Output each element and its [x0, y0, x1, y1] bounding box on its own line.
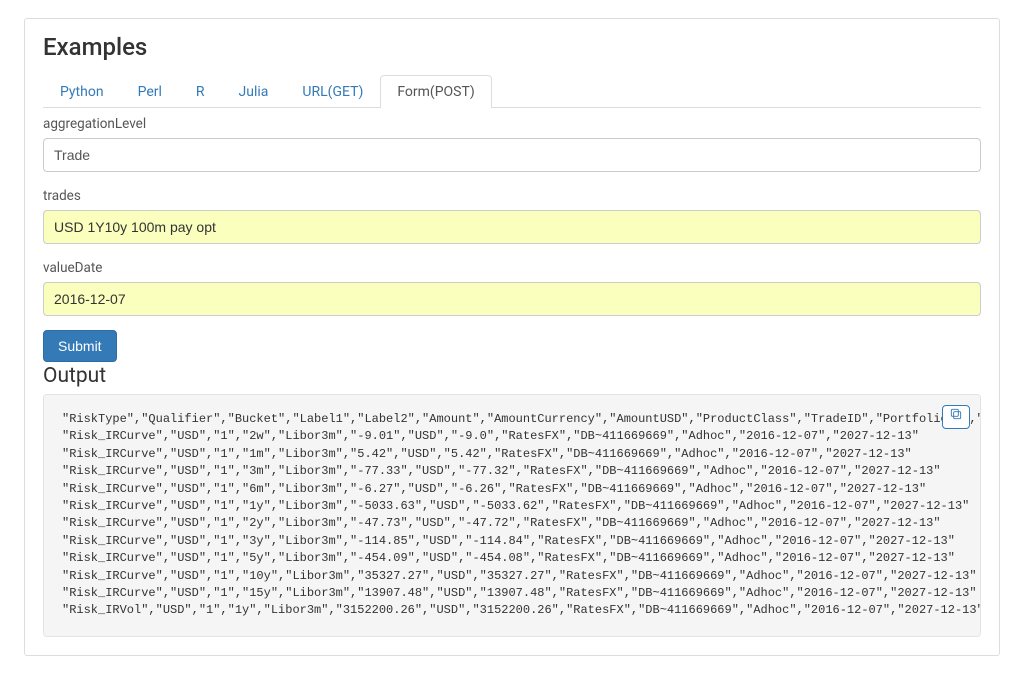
language-tabs: Python Perl R Julia URL(GET) Form(POST) [43, 75, 981, 108]
trades-input[interactable] [43, 210, 981, 244]
section-title: Examples [43, 33, 981, 61]
trades-label: trades [43, 188, 981, 204]
aggregation-level-label: aggregationLevel [43, 116, 981, 132]
tab-julia[interactable]: Julia [222, 75, 286, 108]
value-date-input[interactable] [43, 282, 981, 316]
examples-panel: Examples Python Perl R Julia URL(GET) Fo… [24, 18, 1000, 656]
tab-r[interactable]: R [179, 75, 222, 108]
tab-python[interactable]: Python [43, 75, 121, 108]
tab-url-get[interactable]: URL(GET) [285, 75, 380, 108]
submit-button[interactable]: Submit [43, 330, 117, 362]
output-heading: Output [43, 364, 981, 388]
value-date-label: valueDate [43, 260, 981, 276]
tab-perl[interactable]: Perl [121, 75, 179, 108]
tab-form-post[interactable]: Form(POST) [380, 75, 491, 108]
output-text: "RiskType","Qualifier","Bucket","Label1"… [62, 412, 981, 617]
output-box: "RiskType","Qualifier","Bucket","Label1"… [43, 394, 981, 637]
copy-button[interactable] [942, 405, 970, 429]
copy-icon [949, 407, 963, 427]
aggregation-level-input[interactable] [43, 138, 981, 172]
